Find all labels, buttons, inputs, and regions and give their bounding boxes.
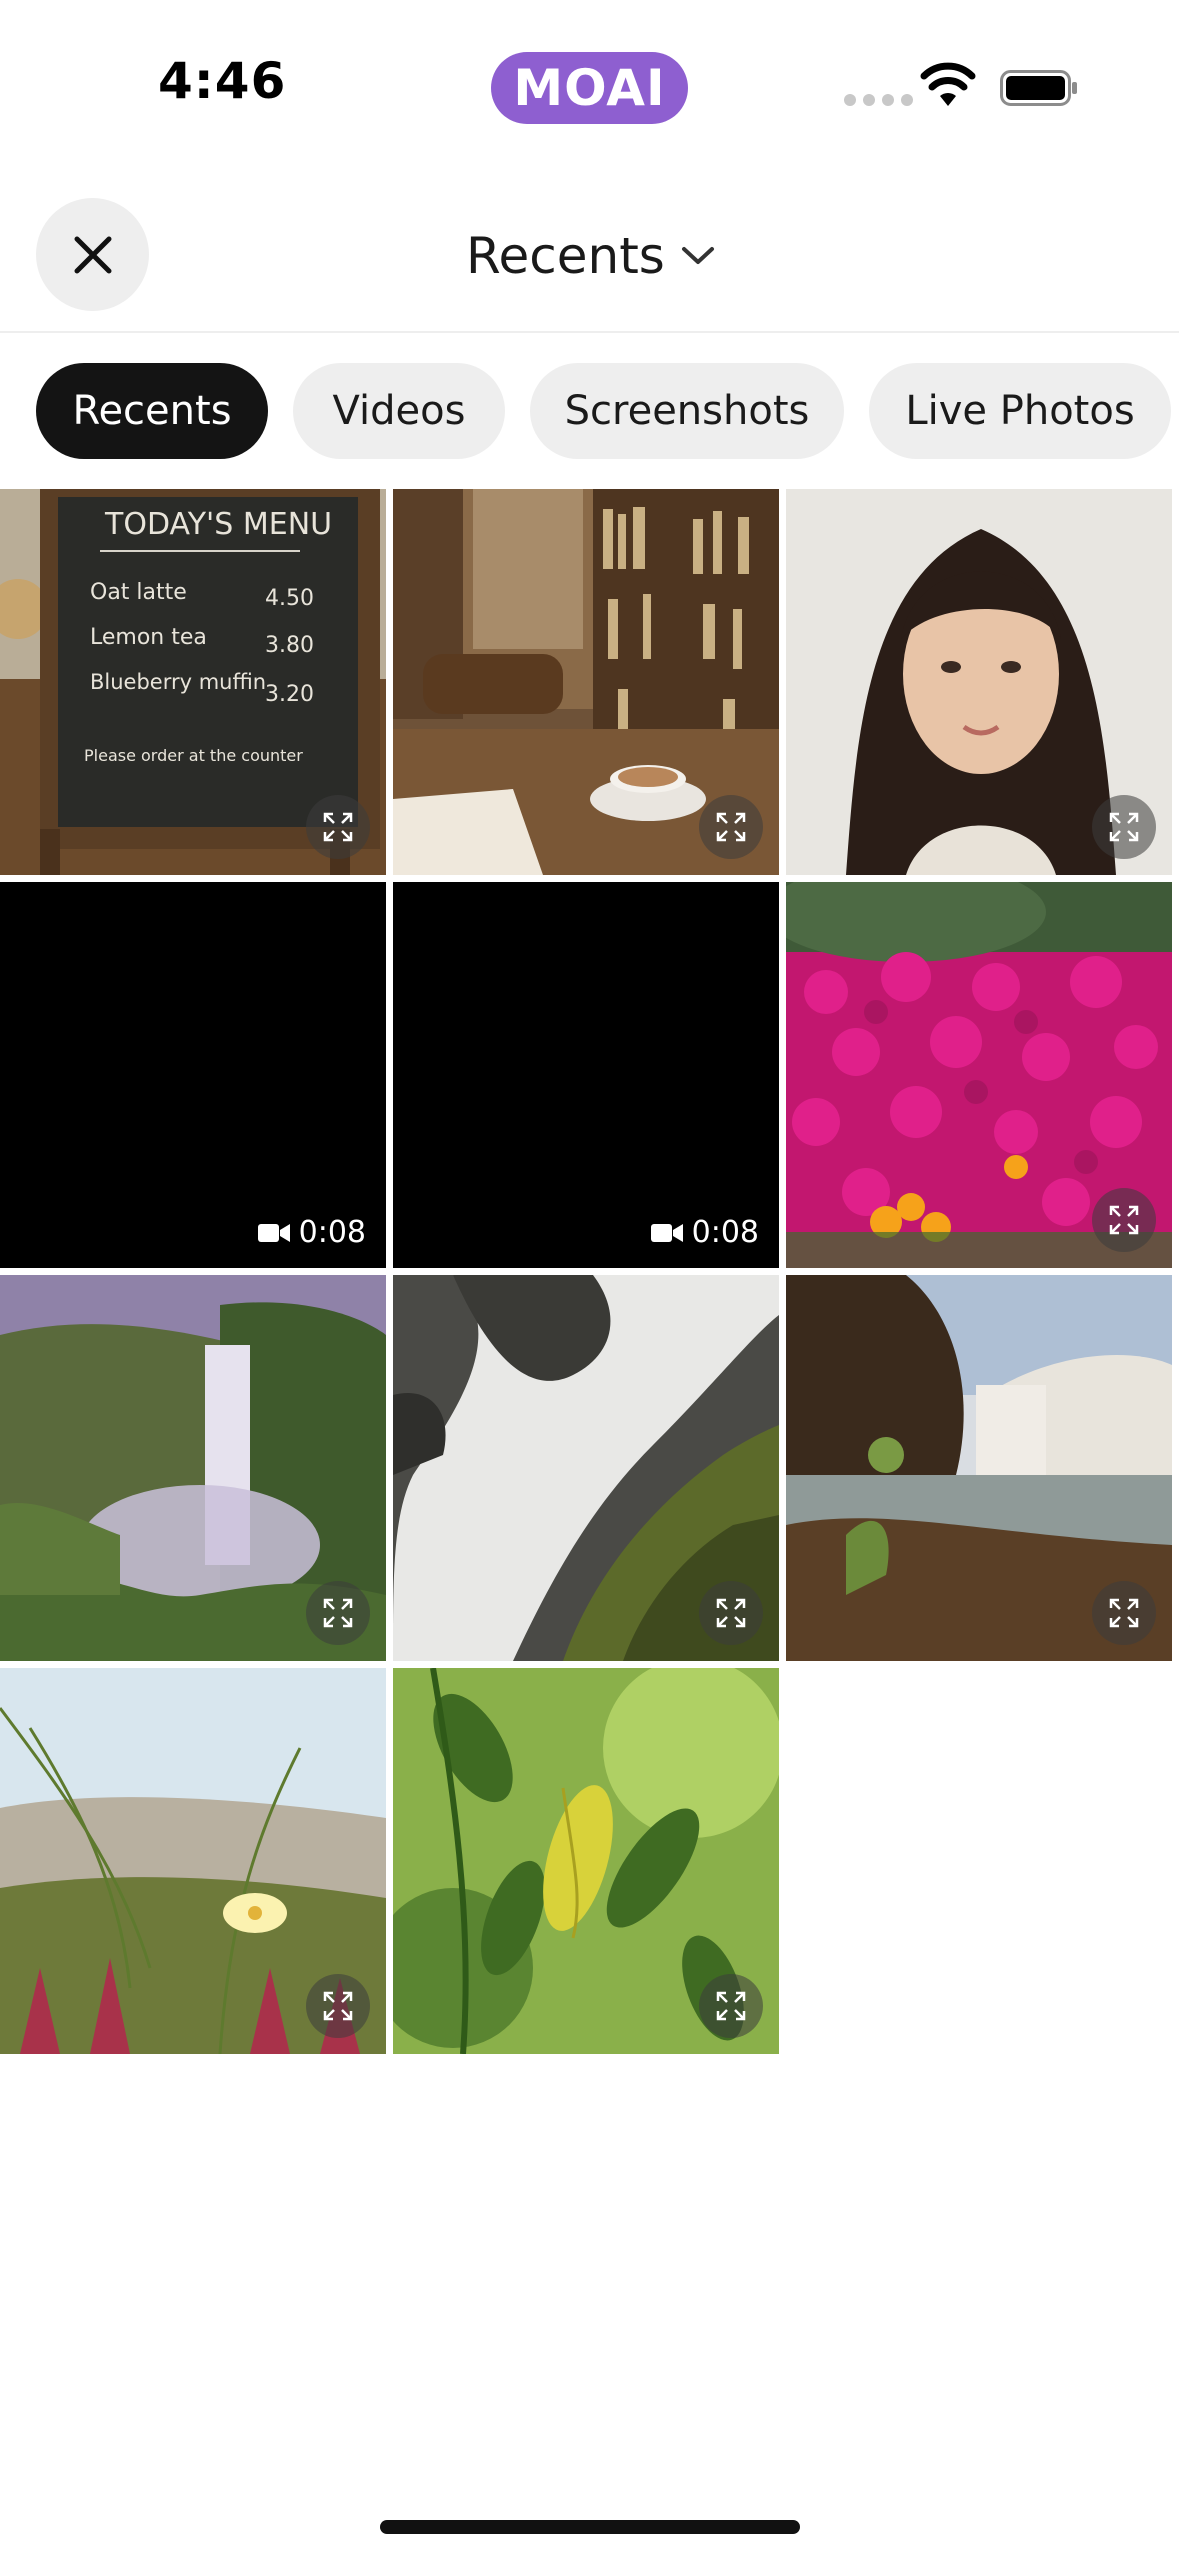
video-duration-label: 0:08 bbox=[298, 1215, 366, 1250]
filter-chip-screenshots[interactable]: Screenshots bbox=[530, 363, 844, 459]
expand-button[interactable] bbox=[306, 1974, 370, 2038]
svg-text:3.80: 3.80 bbox=[265, 633, 314, 658]
album-selector[interactable]: Recents bbox=[466, 221, 715, 291]
expand-icon bbox=[1109, 1598, 1139, 1628]
brand-pill: MOAI bbox=[491, 52, 688, 124]
video-duration-label: 0:08 bbox=[691, 1215, 759, 1250]
video-camera-icon bbox=[650, 1223, 683, 1242]
grid-item-photo-chalkboard[interactable]: TODAY'S MENU Oat latte 4.50 Lemon tea 3.… bbox=[0, 489, 386, 875]
header: Recents bbox=[0, 195, 1179, 332]
grid-item-photo-coffee[interactable] bbox=[393, 489, 779, 875]
expand-button[interactable] bbox=[1092, 1188, 1156, 1252]
svg-text:3.20: 3.20 bbox=[265, 682, 314, 707]
video-duration: 0:08 bbox=[257, 1215, 366, 1250]
expand-icon bbox=[323, 812, 353, 842]
expand-icon bbox=[716, 812, 746, 842]
menu-title: TODAY'S MENU bbox=[104, 507, 332, 542]
svg-text:Blueberry muffin: Blueberry muffin bbox=[90, 670, 266, 694]
svg-text:Lemon tea: Lemon tea bbox=[90, 625, 207, 650]
filter-chip-live-photos[interactable]: Live Photos bbox=[869, 363, 1171, 459]
grid-item-photo-flowers[interactable] bbox=[786, 882, 1172, 1268]
status-bar: 4:46 MOAI bbox=[0, 0, 1179, 170]
expand-icon bbox=[1109, 812, 1139, 842]
filter-chip-videos[interactable]: Videos bbox=[293, 363, 505, 459]
expand-button[interactable] bbox=[1092, 1581, 1156, 1645]
home-indicator bbox=[380, 2520, 800, 2534]
grid-item-photo-lake-falls[interactable] bbox=[786, 1275, 1172, 1661]
expand-button[interactable] bbox=[699, 1974, 763, 2038]
cellular-signal-icon bbox=[844, 94, 913, 106]
grid-item-photo-leaves[interactable] bbox=[393, 1668, 779, 2054]
expand-icon bbox=[716, 1991, 746, 2021]
grid-item-photo-waterfall[interactable] bbox=[0, 1275, 386, 1661]
filter-chip-recents[interactable]: Recents bbox=[36, 363, 268, 459]
expand-button[interactable] bbox=[306, 1581, 370, 1645]
grid-item-photo-cascade[interactable] bbox=[393, 1275, 779, 1661]
wifi-icon bbox=[920, 62, 976, 106]
expand-button[interactable] bbox=[699, 1581, 763, 1645]
svg-text:4.50: 4.50 bbox=[265, 586, 314, 611]
expand-icon bbox=[323, 1598, 353, 1628]
battery-icon bbox=[1000, 70, 1077, 106]
album-title: Recents bbox=[466, 227, 665, 285]
status-time: 4:46 bbox=[158, 52, 287, 110]
brand-label: MOAI bbox=[513, 59, 666, 117]
video-duration: 0:08 bbox=[650, 1215, 759, 1250]
expand-button[interactable] bbox=[306, 795, 370, 859]
grid-item-video[interactable]: 0:08 bbox=[0, 882, 386, 1268]
header-divider bbox=[0, 331, 1179, 333]
chevron-down-icon bbox=[681, 247, 714, 264]
filter-chips: Recents Videos Screenshots Live Photos bbox=[36, 363, 1171, 459]
svg-text:Please order at the counter: Please order at the counter bbox=[84, 746, 303, 765]
video-camera-icon bbox=[257, 1223, 290, 1242]
expand-button[interactable] bbox=[699, 795, 763, 859]
expand-button[interactable] bbox=[1092, 795, 1156, 859]
grid-item-video[interactable]: 0:08 bbox=[393, 882, 779, 1268]
close-icon bbox=[74, 236, 111, 273]
svg-text:Oat latte: Oat latte bbox=[90, 580, 187, 605]
grid-item-photo-portrait[interactable] bbox=[786, 489, 1172, 875]
expand-icon bbox=[323, 1991, 353, 2021]
close-button[interactable] bbox=[36, 198, 149, 311]
expand-icon bbox=[716, 1598, 746, 1628]
grid-item-photo-dune-flower[interactable] bbox=[0, 1668, 386, 2054]
expand-icon bbox=[1109, 1205, 1139, 1235]
